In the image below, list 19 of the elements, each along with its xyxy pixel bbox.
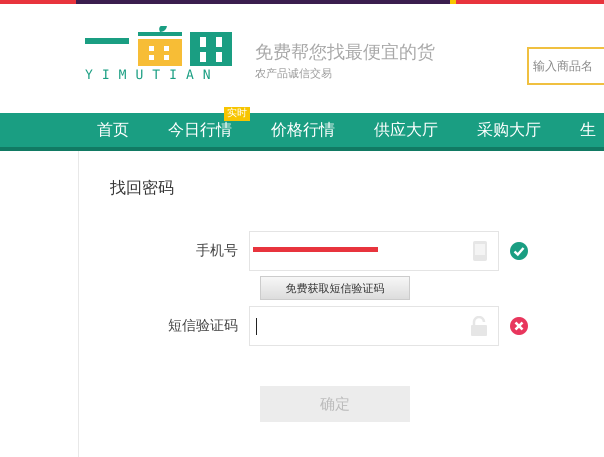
phone-icon xyxy=(472,240,488,262)
text-cursor xyxy=(256,318,257,334)
nav-item[interactable]: 价格行情 xyxy=(271,120,335,138)
nav-item[interactable]: 首页 xyxy=(97,120,129,138)
field-label: 短信验证码 xyxy=(167,317,239,335)
sms-code-button[interactable]: 免费获取短信验证码 xyxy=(260,276,410,300)
slogan: 免费帮您找最便宜的货 xyxy=(255,41,436,64)
nav-item[interactable]: 供应大厅 xyxy=(374,120,438,138)
input-field[interactable] xyxy=(249,306,499,346)
search-field[interactable]: 输入商品名 xyxy=(527,47,604,85)
field-label: 手机号 xyxy=(195,242,239,260)
brand-name: YIMUTIAN xyxy=(85,68,220,83)
nav-item[interactable]: 生 xyxy=(580,120,596,138)
nav-item[interactable]: 今日行情 xyxy=(168,120,232,138)
form-title: 找回密码 xyxy=(110,178,174,199)
live-badge: 实时 xyxy=(224,106,250,120)
padlock-icon xyxy=(470,316,488,336)
subslogan: 农产品诚信交易 xyxy=(255,66,333,81)
nav-item[interactable]: 采购大厅 xyxy=(477,120,541,138)
